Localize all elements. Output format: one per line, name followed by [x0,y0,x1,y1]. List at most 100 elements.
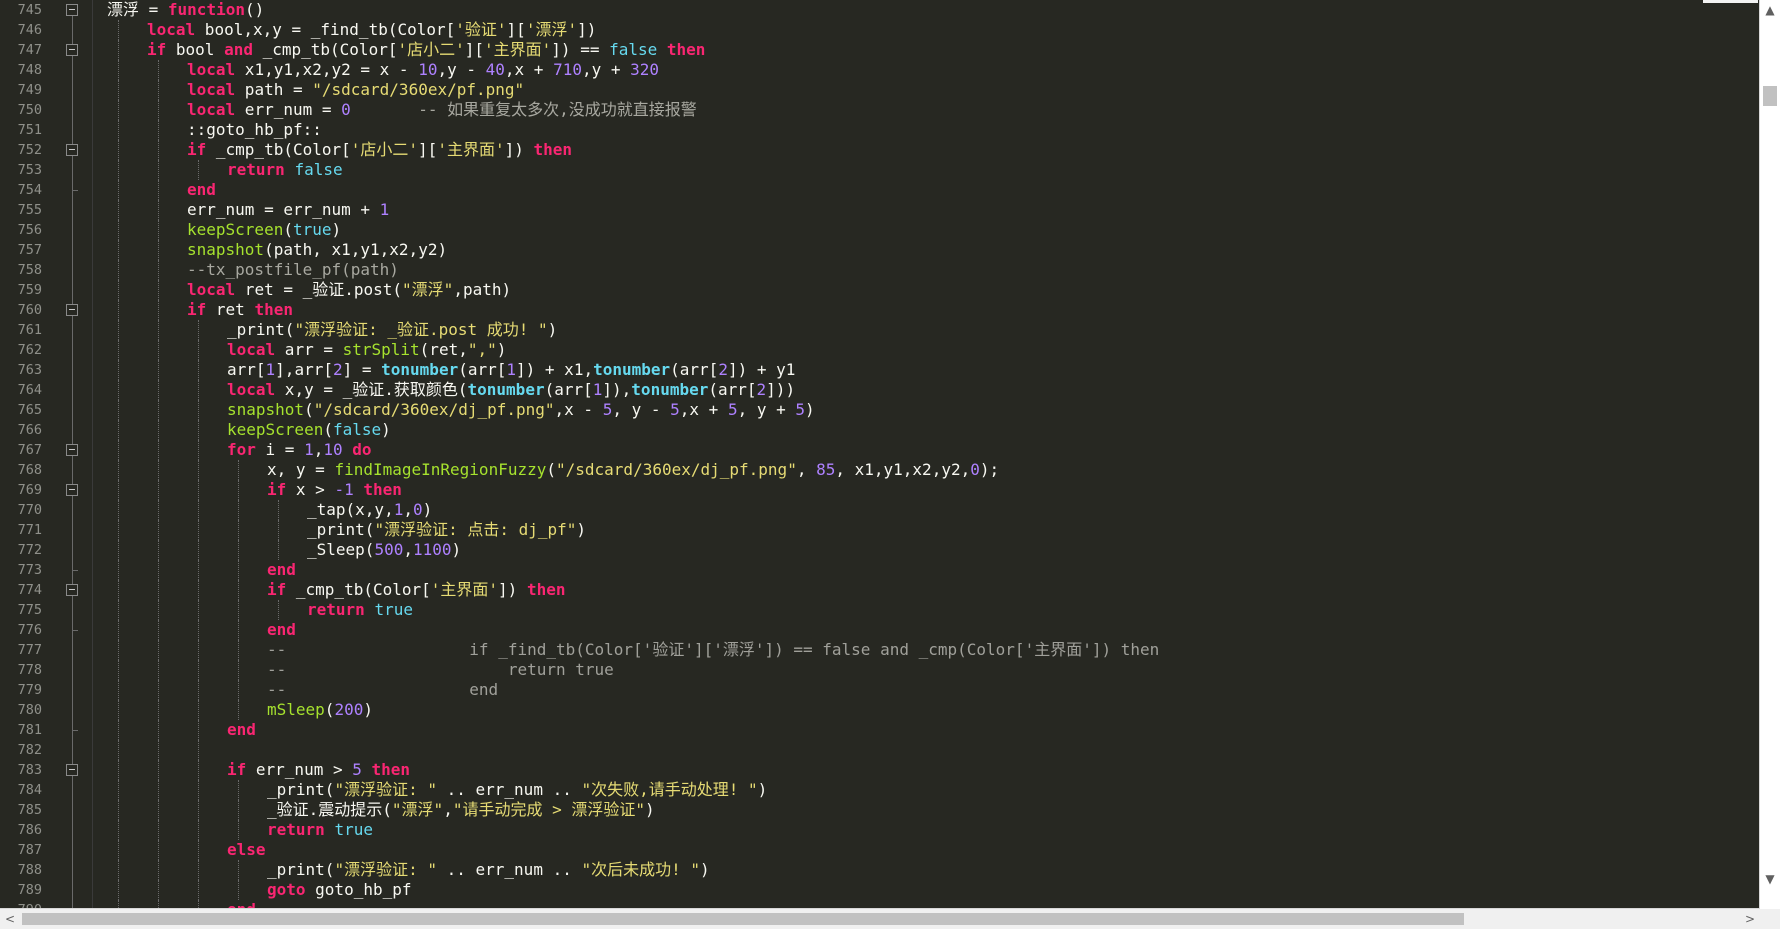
code-line[interactable]: snapshot(path, x1,y1,x2,y2) [187,240,447,260]
code-line[interactable]: if ret then [187,300,293,320]
indent-guide [158,539,159,560]
code-line[interactable]: -- if _find_tb(Color['验证']['漂浮']) == fal… [267,640,1159,660]
line-number: 760 [17,301,42,318]
code-token: 200 [334,699,364,719]
fold-line [72,579,73,584]
code-line[interactable]: 漂浮 = function() [107,0,264,20]
code-line[interactable]: end [267,620,296,640]
code-line[interactable]: -- return true [267,660,614,680]
code-line[interactable]: _print("漂浮验证: 点击: dj_pf") [307,520,586,540]
vertical-scrollbar[interactable]: ▲ ▼ [1759,0,1780,909]
fold-line [72,439,73,444]
code-line[interactable]: local path = "/sdcard/360ex/pf.png" [187,80,524,100]
fold-toggle-icon[interactable] [66,763,78,776]
scroll-right-arrow-icon[interactable]: > [1740,909,1760,929]
code-token: ,x - [554,399,603,419]
code-token: tonumber [467,379,545,399]
code-line[interactable]: goto goto_hb_pf [267,880,412,900]
code-line[interactable]: -- end [267,680,498,700]
indent-guide [198,599,199,620]
scroll-down-arrow-icon[interactable]: ▼ [1760,869,1780,889]
code-line[interactable]: local err_num = 0 -- 如果重复太多次,没成功就直接报警 [187,100,697,120]
line-number: 781 [17,721,42,738]
code-line[interactable]: local x,y = _验证.获取颜色(tonumber(arr[1]),to… [227,380,795,400]
indent-guide [198,779,199,800]
fold-toggle-icon[interactable] [66,443,78,456]
code-line[interactable]: local ret = _验证.post("漂浮",path) [187,280,511,300]
code-token: "漂浮验证: " [334,859,437,879]
code-line[interactable]: if err_num > 5 then [227,760,410,780]
code-area[interactable]: 漂浮 = function() local bool,x,y = _find_tb… [93,0,1760,909]
code-line[interactable]: return true [267,820,373,840]
code-line[interactable]: _print("漂浮验证: " .. err_num .. "次失败,请手动处理… [267,780,767,800]
code-line[interactable]: _tap(x,y,1,0) [307,500,432,520]
indent-guide [158,359,159,380]
code-line[interactable]: if _cmp_tb(Color['主界面']) then [267,580,565,600]
code-token: keepScreen [227,419,324,439]
fold-line [72,119,73,140]
code-editor[interactable]: 745 746 747 748 749 750 751 752 753 754 755 756 757 7… [0,0,1760,909]
fold-toggle-icon[interactable] [66,3,78,16]
fold-toggle-icon[interactable] [66,483,78,496]
horizontal-scrollbar[interactable]: < > [0,908,1760,929]
code-line[interactable]: x, y = findImageInRegionFuzzy("/sdcard/3… [267,460,999,480]
code-token: tonumber [381,359,459,379]
indent-guide [118,319,119,340]
code-line[interactable]: _验证.震动提示("漂浮","请手动完成 > 漂浮验证") [267,800,655,820]
indent-guide [118,499,119,520]
code-line[interactable]: _print("漂浮验证: _验证.post 成功! ") [227,320,557,340]
code-line[interactable]: local x1,y1,x2,y2 = x - 10,y - 40,x + 71… [187,60,659,80]
fold-toggle-icon[interactable] [66,43,78,56]
code-token: _cmp_tb(Color[ [286,579,431,599]
indent-guide [158,159,159,180]
code-token: ret [206,299,255,319]
code-token: ][ [506,19,526,39]
indent-guide [238,799,239,820]
code-line[interactable]: _Sleep(500,1100) [307,540,461,560]
code-line[interactable]: local arr = strSplit(ret,",") [227,340,506,360]
indent-guide [158,199,159,220]
code-line[interactable]: return true [307,600,413,620]
line-number: 785 [17,801,42,818]
indent-guide [198,799,199,820]
code-line[interactable]: mSleep(200) [267,700,373,720]
code-token: 1 [304,439,314,459]
code-line[interactable]: --tx_postfile_pf(path) [187,260,399,280]
code-line[interactable]: else [227,840,266,860]
fold-toggle-icon[interactable] [66,583,78,596]
code-token: end [267,619,296,639]
code-token: ][ [464,39,485,59]
code-line[interactable]: end [187,180,216,200]
code-line[interactable]: if bool and _cmp_tb(Color['店小二']['主界面'])… [147,40,705,60]
indent-guide [198,759,199,780]
code-line[interactable]: for i = 1,10 do [227,440,372,460]
code-line[interactable]: snapshot("/sdcard/360ex/dj_pf.png",x - 5… [227,400,815,420]
fold-toggle-icon[interactable] [66,303,78,316]
code-line[interactable]: local bool,x,y = _find_tb(Color['验证']['漂… [147,20,596,40]
code-line[interactable]: ::goto_hb_pf:: [187,120,322,140]
indent-guide [158,259,159,280]
code-token: ) [331,219,342,239]
code-line[interactable]: if _cmp_tb(Color['店小二']['主界面']) then [187,140,572,160]
horizontal-scroll-thumb[interactable] [22,913,1464,925]
fold-toggle-icon[interactable] [66,143,78,156]
line-number: 758 [17,261,42,278]
code-line[interactable]: _print("漂浮验证: " .. err_num .. "次后未成功! ") [267,860,710,880]
code-line[interactable]: arr[1],arr[2] = tonumber(arr[1]) + x1,to… [227,360,795,380]
code-token: true [292,219,332,239]
code-line[interactable]: err_num = err_num + 1 [187,200,389,220]
code-line[interactable]: keepScreen(true) [187,220,341,240]
indent-guide [158,679,159,700]
code-line[interactable]: if x > -1 then [267,480,402,500]
indent-guide [238,659,239,680]
code-token: "次后未成功! " [581,859,701,879]
vertical-scroll-thumb[interactable] [1763,86,1777,106]
scroll-left-arrow-icon[interactable]: < [0,909,20,929]
code-line[interactable]: end [227,720,256,740]
code-token: x1,y1,x2,y2 = x - [235,59,419,79]
code-token: local [187,79,236,99]
code-line[interactable]: end [267,560,296,580]
scroll-up-arrow-icon[interactable]: ▲ [1760,0,1780,20]
code-line[interactable]: keepScreen(false) [227,420,391,440]
code-line[interactable]: return false [227,160,343,180]
